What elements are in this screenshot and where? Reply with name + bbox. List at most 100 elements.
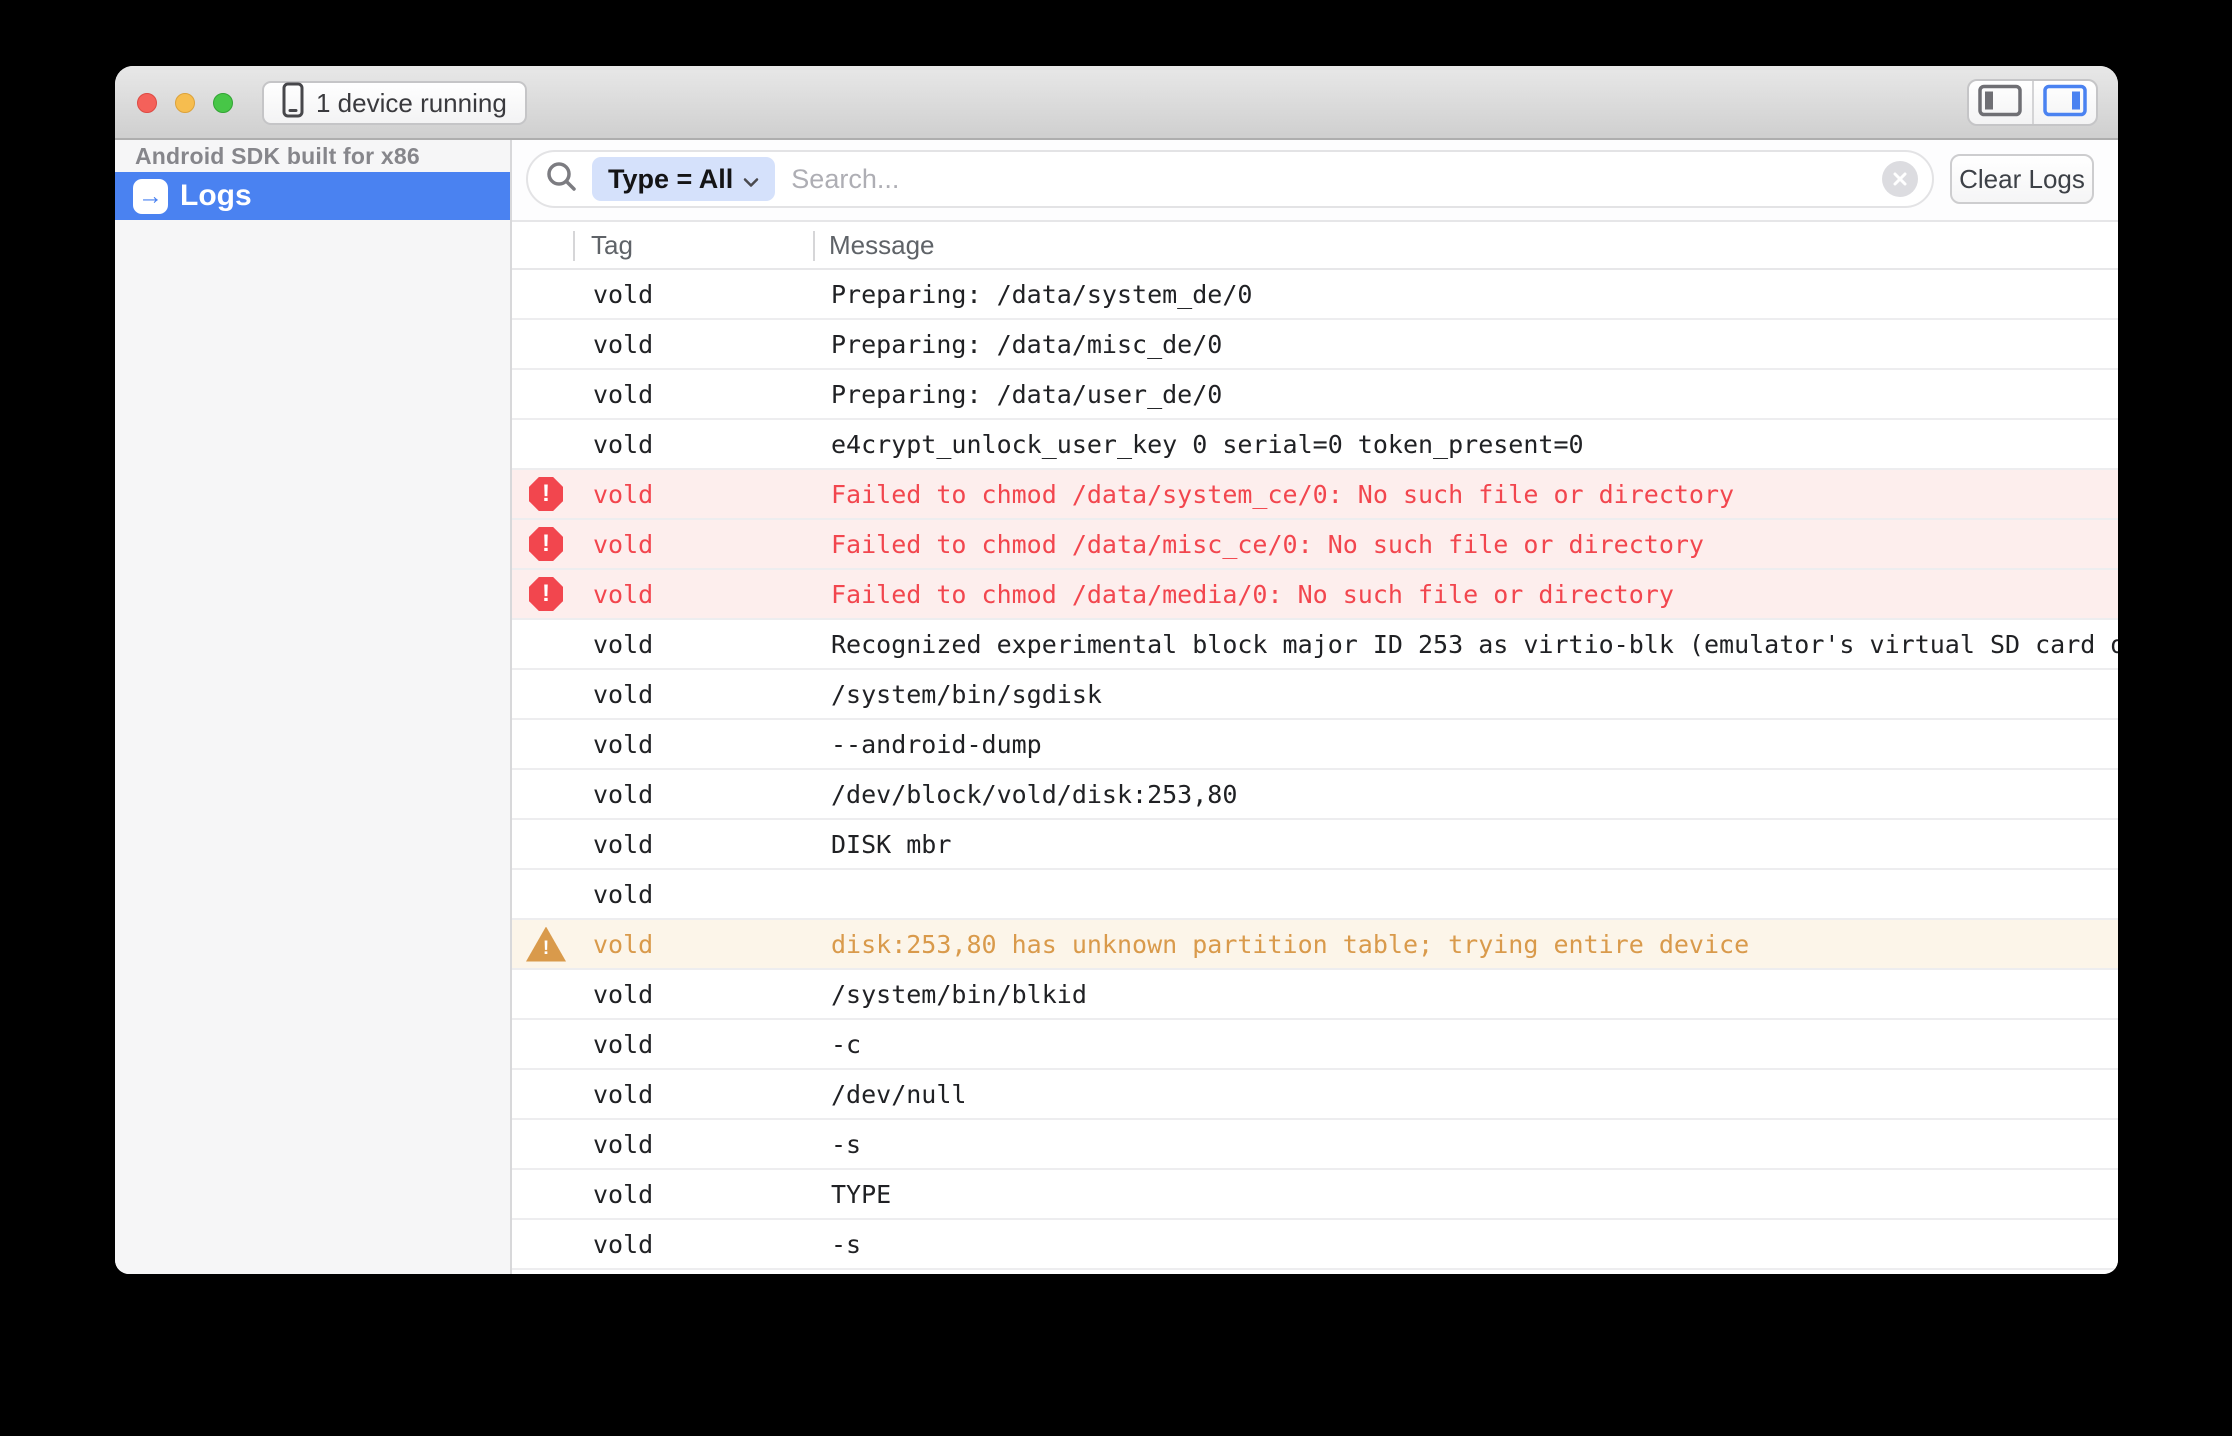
log-tag: vold <box>593 1120 653 1168</box>
log-row[interactable]: ! ! vold Preparing: /data/misc_de/0 <box>512 320 2118 370</box>
column-header-tag: Tag <box>591 222 633 268</box>
toggle-left-panel-button[interactable] <box>1969 81 2032 124</box>
sidebar: Android SDK built for x86 → Logs <box>115 140 512 1274</box>
column-header-message: Message <box>829 222 935 268</box>
log-row[interactable]: ! ! vold /dev/null <box>512 1070 2118 1120</box>
log-tag: vold <box>593 620 653 668</box>
log-message: Failed to chmod /data/misc_ce/0: No such… <box>831 520 2118 568</box>
right-panel-icon <box>2043 84 2087 122</box>
device-status-label: 1 device running <box>316 88 507 119</box>
main-panel: Type = All <box>512 140 2118 1274</box>
clear-search-icon[interactable] <box>1882 161 1918 197</box>
log-message: /system/bin/sgdisk <box>831 670 2118 718</box>
log-message: -s <box>831 1220 2118 1268</box>
log-message <box>831 870 2118 918</box>
log-tag: vold <box>593 970 653 1018</box>
log-row[interactable]: ! ! vold DISK mbr <box>512 820 2118 870</box>
log-level-icon-slot: ! ! <box>526 820 566 868</box>
log-level-icon-slot: ! ! <box>526 1070 566 1118</box>
error-icon: ! <box>529 577 563 611</box>
log-level-icon-slot: ! ! <box>526 620 566 668</box>
warning-icon: ! <box>526 927 566 962</box>
log-level-icon-slot: ! ! <box>526 270 566 318</box>
log-row[interactable]: ! ! vold Failed to chmod /data/media/0: … <box>512 570 2118 620</box>
column-resize-handle[interactable] <box>813 231 815 261</box>
log-row[interactable]: ! ! vold /system/bin/blkid <box>512 970 2118 1020</box>
zoom-button[interactable] <box>213 93 233 113</box>
traffic-lights <box>137 93 233 113</box>
log-tag: vold <box>593 670 653 718</box>
search-field: Type = All <box>526 150 1934 208</box>
log-message: TYPE <box>831 1170 2118 1218</box>
log-level-icon-slot: ! ! <box>526 1220 566 1268</box>
sidebar-item-logs[interactable]: → Logs <box>115 172 510 220</box>
log-tag: vold <box>593 1170 653 1218</box>
log-level-icon-slot: ! ! <box>526 670 566 718</box>
log-level-icon-slot: ! ! <box>526 970 566 1018</box>
log-message: Preparing: /data/user_de/0 <box>831 370 2118 418</box>
log-row[interactable]: ! ! vold Failed to chmod /data/system_ce… <box>512 470 2118 520</box>
log-tag: vold <box>593 420 653 468</box>
titlebar[interactable]: 1 device running <box>115 66 2118 140</box>
log-row[interactable]: ! ! vold e4crypt_unlock_user_key 0 seria… <box>512 420 2118 470</box>
log-tag: vold <box>593 1020 653 1068</box>
log-tag: vold <box>593 570 653 618</box>
sidebar-item-label: Logs <box>180 179 252 213</box>
error-icon: ! <box>529 527 563 561</box>
log-level-icon-slot: ! ! <box>526 870 566 918</box>
log-message: Preparing: /data/misc_de/0 <box>831 320 2118 368</box>
clear-logs-button[interactable]: Clear Logs <box>1950 154 2094 204</box>
log-tag: vold <box>593 520 653 568</box>
log-table-header: Tag Message <box>512 222 2118 270</box>
toggle-right-panel-button[interactable] <box>2032 81 2097 124</box>
log-message: DISK mbr <box>831 820 2118 868</box>
log-row[interactable]: ! ! vold TYPE <box>512 1170 2118 1220</box>
log-row[interactable]: ! ! vold -s <box>512 1120 2118 1170</box>
log-row[interactable]: ! ! vold Preparing: /data/user_de/0 <box>512 370 2118 420</box>
app-window: 1 device running <box>115 66 2118 1274</box>
log-message: Failed to chmod /data/media/0: No such f… <box>831 570 2118 618</box>
search-input[interactable] <box>791 164 1882 195</box>
minimize-button[interactable] <box>175 93 195 113</box>
panel-toggle-group <box>1967 79 2098 126</box>
log-message: Recognized experimental block major ID 2… <box>831 620 2118 668</box>
log-tag: vold <box>593 770 653 818</box>
log-row[interactable]: ! ! vold /system/bin/sgdisk <box>512 670 2118 720</box>
log-tag: vold <box>593 270 653 318</box>
log-row[interactable]: ! ! vold -s <box>512 1220 2118 1270</box>
log-tag: vold <box>593 1220 653 1268</box>
log-level-icon-slot: ! ! <box>526 520 566 568</box>
log-message: Failed to chmod /data/system_ce/0: No su… <box>831 470 2118 518</box>
desktop-background: { "window": { "titlebar": { "device_butt… <box>0 0 2232 1436</box>
column-resize-handle[interactable] <box>573 231 575 261</box>
close-button[interactable] <box>137 93 157 113</box>
log-level-icon-slot: ! ! <box>526 370 566 418</box>
log-tag: vold <box>593 320 653 368</box>
log-message: -s <box>831 1120 2118 1168</box>
log-row[interactable]: ! ! vold -c <box>512 1020 2118 1070</box>
log-level-icon-slot: ! ! <box>526 770 566 818</box>
log-message: Preparing: /data/system_de/0 <box>831 270 2118 318</box>
logs-arrow-icon: → <box>133 179 168 214</box>
log-row[interactable]: ! ! vold <box>512 870 2118 920</box>
log-row[interactable]: ! ! vold disk:253,80 has unknown partiti… <box>512 920 2118 970</box>
log-message: /dev/block/vold/disk:253,80 <box>831 770 2118 818</box>
log-tag: vold <box>593 470 653 518</box>
log-message: disk:253,80 has unknown partition table;… <box>831 920 2118 968</box>
log-row[interactable]: ! ! vold /dev/block/vold/disk:253,80 <box>512 770 2118 820</box>
log-row[interactable]: ! ! vold Preparing: /data/system_de/0 <box>512 270 2118 320</box>
log-message: --android-dump <box>831 720 2118 768</box>
log-level-icon-slot: ! ! <box>526 1170 566 1218</box>
log-level-icon-slot: ! ! <box>526 720 566 768</box>
device-status-button[interactable]: 1 device running <box>262 81 527 125</box>
log-row[interactable]: ! ! vold Failed to chmod /data/misc_ce/0… <box>512 520 2118 570</box>
log-tag: vold <box>593 820 653 868</box>
log-tag: vold <box>593 1070 653 1118</box>
type-filter-label: Type = All <box>608 164 733 195</box>
log-rows: ! ! vold Preparing: /data/system_de/0 ! … <box>512 270 2118 1274</box>
log-level-icon-slot: ! ! <box>526 420 566 468</box>
type-filter-dropdown[interactable]: Type = All <box>592 157 775 201</box>
log-row[interactable]: ! ! vold Recognized experimental block m… <box>512 620 2118 670</box>
log-row[interactable]: ! ! vold --android-dump <box>512 720 2118 770</box>
log-level-icon-slot: ! ! <box>526 920 566 968</box>
